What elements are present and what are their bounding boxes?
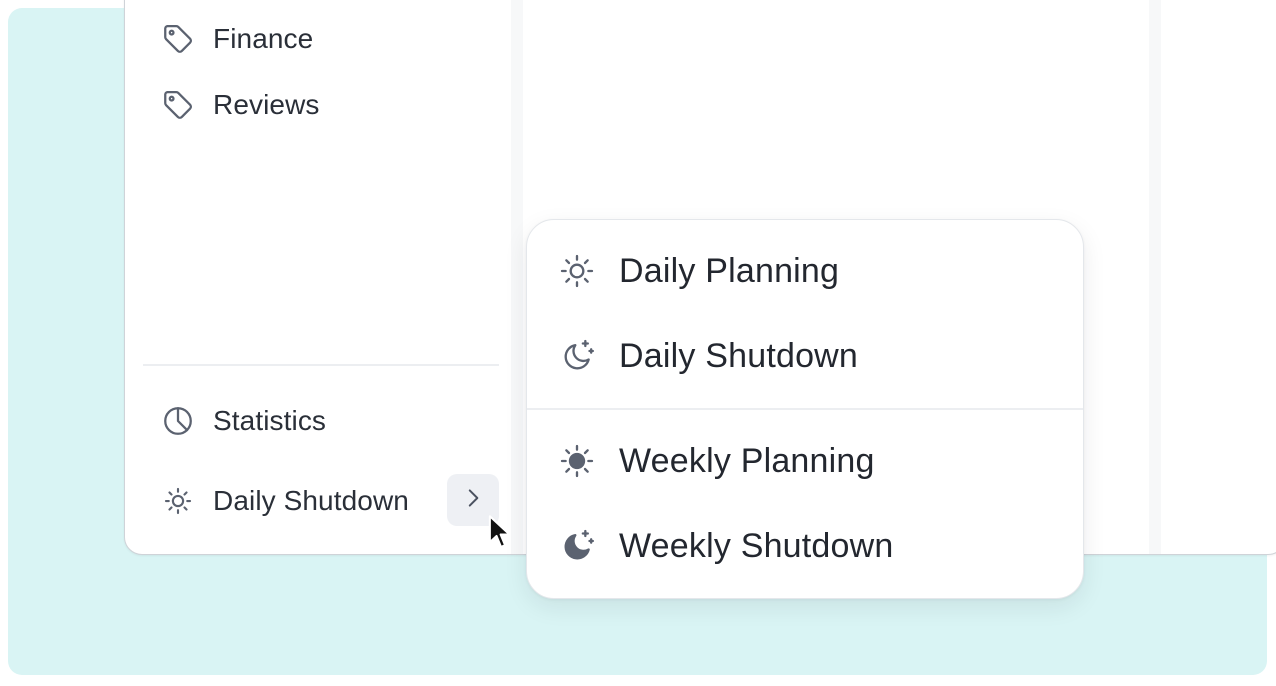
sidebar-item-label: Daily Shutdown [213,485,409,516]
sun-filled-icon [557,441,597,481]
pie-chart-icon [161,404,195,438]
sidebar-item-label: Statistics [213,405,327,436]
rituals-submenu: Daily Planning Daily Shutdown Weekly Pla… [526,219,1084,599]
mouse-cursor-icon [488,514,514,557]
tag-icon [161,88,195,122]
sidebar-item-reviews[interactable]: Reviews [161,85,320,125]
menu-item-label: Daily Shutdown [619,336,859,375]
moon-stars-filled-icon [557,526,597,566]
sidebar-item-statistics[interactable]: Statistics [161,401,326,441]
sidebar-item-label: Reviews [213,89,320,120]
menu-item-weekly-shutdown[interactable]: Weekly Shutdown [557,519,894,573]
menu-item-label: Weekly Planning [619,441,875,480]
sidebar-item-daily-shutdown[interactable]: Daily Shutdown [161,481,409,521]
sidebar-item-finance[interactable]: Finance [161,19,313,59]
sun-icon [161,484,195,518]
menu-item-label: Weekly Shutdown [619,526,894,565]
menu-item-daily-shutdown[interactable]: Daily Shutdown [557,329,858,383]
tag-icon [161,22,195,56]
menu-item-label: Daily Planning [619,251,840,290]
sidebar: Finance Reviews Statistics Daily Shutdow… [125,0,513,554]
sidebar-divider [143,364,499,366]
menu-item-weekly-planning[interactable]: Weekly Planning [557,434,875,488]
moon-stars-outline-icon [557,336,597,376]
sidebar-item-label: Finance [213,23,314,54]
chevron-right-icon [460,485,486,516]
menu-divider [527,408,1083,410]
column-divider [511,0,523,554]
sun-outline-icon [557,251,597,291]
menu-item-daily-planning[interactable]: Daily Planning [557,244,839,298]
column-divider [1149,0,1161,554]
